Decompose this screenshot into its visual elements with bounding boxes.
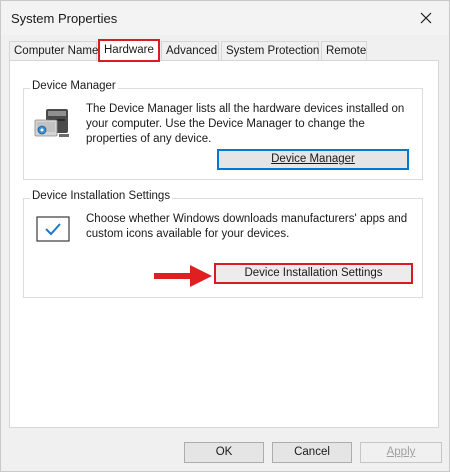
title-bar: System Properties: [1, 1, 449, 35]
device-manager-group: Device Manager The Device Manager lists …: [23, 80, 423, 180]
device-manager-group-label: Device Manager: [30, 80, 118, 92]
device-installation-group: Device Installation Settings Choose whet…: [23, 190, 423, 298]
system-properties-window: System Properties Computer Name Hardware…: [0, 0, 450, 472]
tab-computer-name[interactable]: Computer Name: [9, 41, 98, 60]
hardware-panel: Device Manager The Device Manager lists …: [9, 60, 439, 428]
checkbox-window-icon: [36, 216, 70, 242]
device-installation-group-label: Device Installation Settings: [30, 190, 173, 202]
device-manager-button[interactable]: Device Manager: [217, 149, 409, 170]
tab-hardware[interactable]: Hardware: [98, 39, 160, 62]
apply-button[interactable]: Apply: [360, 442, 442, 463]
tab-advanced[interactable]: Advanced: [161, 41, 219, 60]
close-icon: [420, 12, 432, 24]
device-installation-description: Choose whether Windows downloads manufac…: [86, 213, 408, 240]
red-arrow-icon: [154, 265, 212, 287]
window-title: System Properties: [11, 11, 118, 26]
close-button[interactable]: [403, 1, 449, 35]
device-manager-button-label: Device Manager: [271, 153, 355, 165]
device-installation-settings-button-label: Device Installation Settings: [244, 267, 383, 279]
apply-button-label: Apply: [386, 446, 416, 458]
ok-button[interactable]: OK: [184, 442, 264, 463]
device-manager-description: The Device Manager lists all the hardwar…: [86, 103, 405, 145]
device-installation-settings-button[interactable]: Device Installation Settings: [214, 263, 413, 284]
tab-system-protection[interactable]: System Protection: [221, 41, 319, 60]
cancel-button[interactable]: Cancel: [272, 442, 352, 463]
tab-remote[interactable]: Remote: [321, 41, 367, 60]
device-manager-icon: [32, 106, 72, 140]
